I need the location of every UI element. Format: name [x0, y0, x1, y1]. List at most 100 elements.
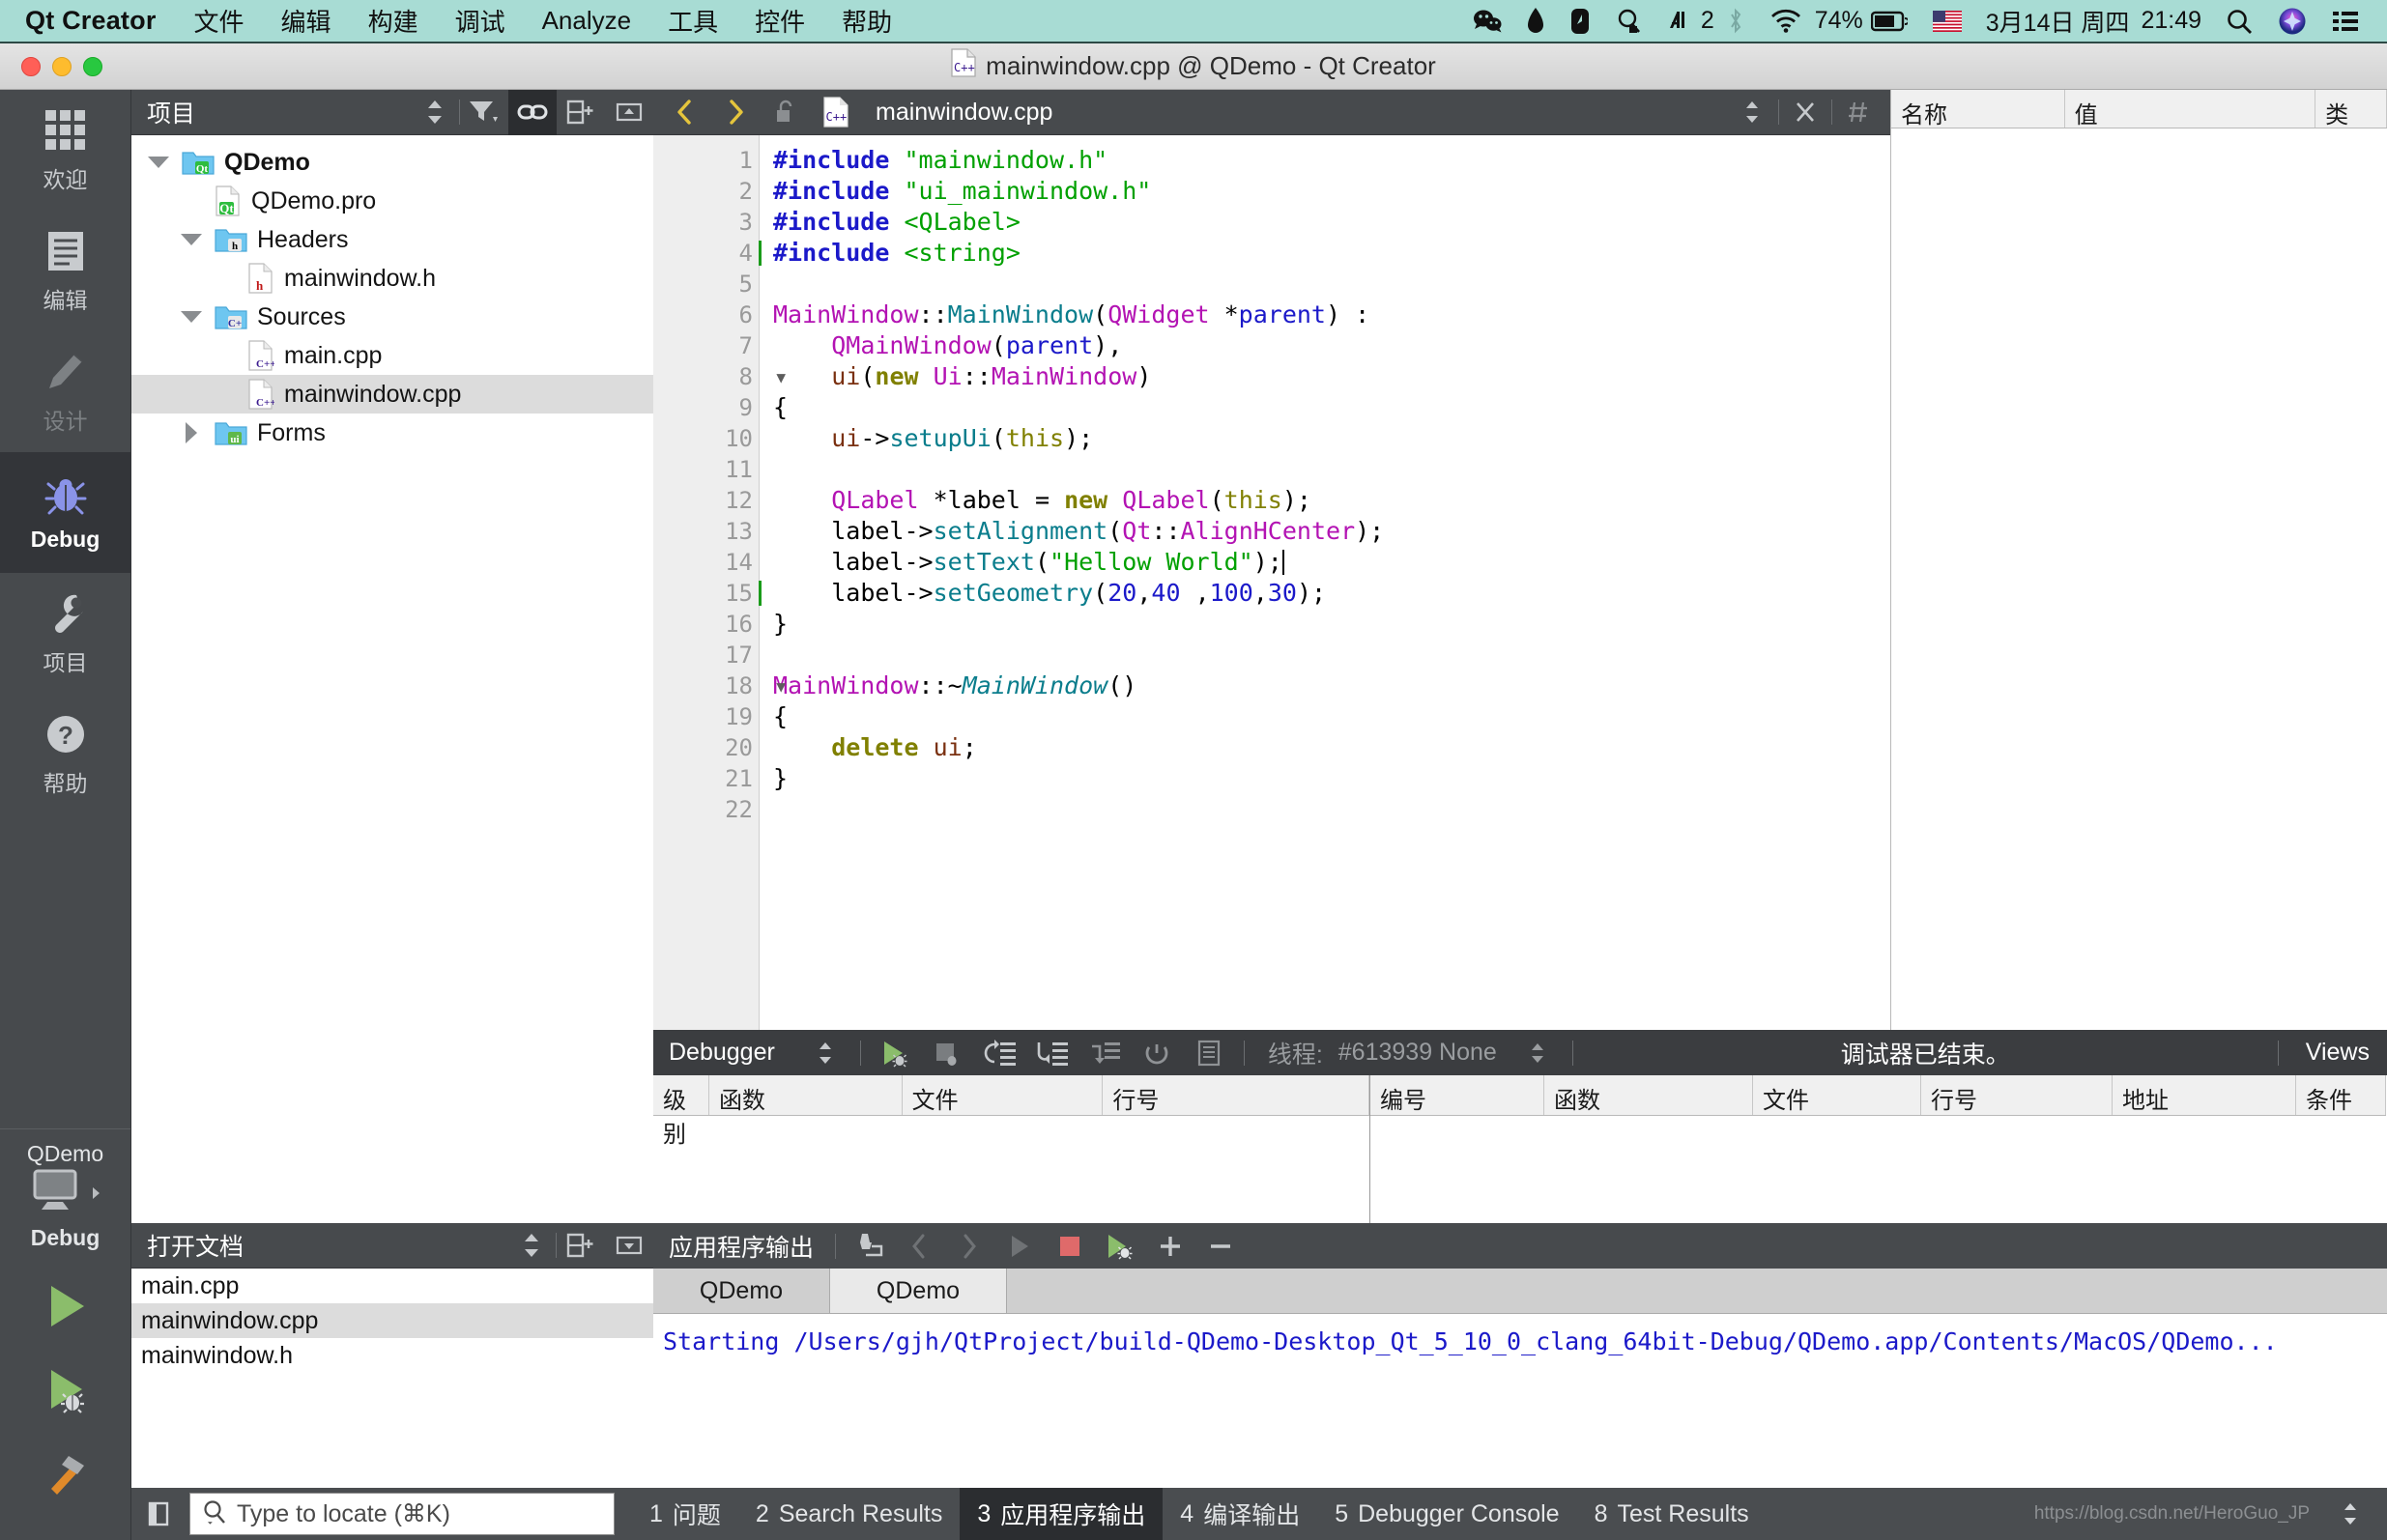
code-line[interactable]: #include "mainwindow.h": [773, 145, 1890, 176]
updown-arrows-icon[interactable]: [800, 1030, 850, 1075]
table-column-header[interactable]: 条件: [2296, 1075, 2386, 1115]
instruction-view-icon[interactable]: [1184, 1030, 1234, 1075]
zoom-out-icon[interactable]: [1195, 1223, 1246, 1269]
evernote-icon[interactable]: [1557, 8, 1603, 35]
table-column-header[interactable]: 级别: [653, 1075, 709, 1148]
debug-icon[interactable]: [40, 1364, 92, 1421]
menu-item-1[interactable]: 编辑: [263, 3, 350, 39]
zoom-in-icon[interactable]: [1145, 1223, 1195, 1269]
mode-item-编辑[interactable]: 编辑: [0, 211, 130, 331]
hash-icon[interactable]: [1836, 90, 1881, 135]
stack-table[interactable]: 级别 函数 文件 行号: [653, 1075, 1370, 1223]
updown-arrows-icon[interactable]: [2323, 1488, 2377, 1540]
mode-item-设计[interactable]: 设计: [0, 331, 130, 452]
output-tab-1[interactable]: QDemo: [830, 1269, 1007, 1313]
code-line[interactable]: {: [773, 701, 1890, 732]
fold-marker-icon[interactable]: ▼: [776, 368, 786, 386]
minimize-window-button[interactable]: [52, 56, 72, 76]
unlock-icon[interactable]: [763, 90, 808, 135]
sidebar-icon[interactable]: [131, 1488, 186, 1540]
code-line[interactable]: label->setAlignment(Qt::AlignHCenter);: [773, 516, 1890, 547]
menu-item-7[interactable]: 帮助: [823, 3, 910, 39]
bluetooth-icon[interactable]: [1714, 8, 1757, 35]
alfred-icon[interactable]: [1603, 8, 1655, 35]
code-line[interactable]: {: [773, 392, 1890, 423]
chevron-down-icon[interactable]: [178, 234, 205, 245]
open-doc-mainwindow.h[interactable]: mainwindow.h: [131, 1338, 653, 1373]
step-out-icon[interactable]: [1079, 1030, 1130, 1075]
code-line[interactable]: [773, 454, 1890, 485]
menu-item-2[interactable]: 构建: [350, 3, 437, 39]
step-over-icon[interactable]: [975, 1030, 1025, 1075]
tree-item-mainwindow.cpp[interactable]: C++ mainwindow.cpp: [131, 375, 653, 414]
chevron-right-icon[interactable]: [178, 422, 205, 443]
open-doc-mainwindow.cpp[interactable]: mainwindow.cpp: [131, 1303, 653, 1338]
table-column-header[interactable]: 行号: [1921, 1075, 2113, 1115]
status-tab-应用程序输出[interactable]: 3 应用程序输出: [960, 1488, 1164, 1540]
menu-item-3[interactable]: 调试: [437, 3, 524, 39]
close-panel-icon[interactable]: [605, 1223, 653, 1269]
close-icon[interactable]: [1783, 90, 1827, 135]
application-output-tabs[interactable]: QDemo QDemo: [653, 1269, 2387, 1314]
run-gray-icon[interactable]: [994, 1223, 1045, 1269]
split-add-icon[interactable]: [557, 1223, 605, 1269]
menu-item-6[interactable]: 控件: [736, 3, 823, 39]
table-column-header[interactable]: 地址: [2113, 1075, 2296, 1115]
output-pane-tabs[interactable]: 1 问题 2 Search Results 3 应用程序输出 4 编译输出 5 Debugger …: [632, 1488, 1767, 1540]
editor-filename[interactable]: mainwindow.cpp: [864, 99, 1052, 127]
build-hammer-icon[interactable]: [40, 1448, 92, 1505]
status-tab-Debugger Console[interactable]: 5 Debugger Console: [1317, 1488, 1576, 1540]
code-line[interactable]: delete ui;: [773, 732, 1890, 763]
mode-item-项目[interactable]: 项目: [0, 573, 130, 694]
menu-item-5[interactable]: 工具: [649, 3, 736, 39]
output-tab-0[interactable]: QDemo: [653, 1269, 830, 1313]
code-line[interactable]: QMainWindow(parent),: [773, 330, 1890, 361]
code-line[interactable]: [773, 269, 1890, 299]
status-tab-Search Results[interactable]: 2 Search Results: [738, 1488, 960, 1540]
step-into-icon[interactable]: [1027, 1030, 1078, 1075]
code-line[interactable]: MainWindow::MainWindow(QWidget *parent) …: [773, 299, 1890, 330]
clear-icon[interactable]: [844, 1223, 894, 1269]
debugger-views-button[interactable]: Views: [2288, 1039, 2387, 1067]
locals-column-header[interactable]: 类: [2315, 90, 2387, 128]
code-line[interactable]: MainWindow::~MainWindow(): [773, 670, 1890, 701]
tree-item-QDemo.pro[interactable]: Qt QDemo.pro: [131, 182, 653, 220]
prev-icon[interactable]: [894, 1223, 944, 1269]
search-icon[interactable]: [2213, 8, 2265, 35]
mode-item-欢迎[interactable]: 欢迎: [0, 90, 130, 211]
maximize-window-button[interactable]: [83, 56, 102, 76]
close-panel-icon[interactable]: [605, 90, 653, 135]
mode-item-帮助[interactable]: ? 帮助: [0, 694, 130, 814]
split-add-icon[interactable]: [557, 90, 605, 135]
table-column-header[interactable]: 文件: [903, 1075, 1104, 1115]
wifi-icon[interactable]: [1757, 9, 1815, 34]
tree-item-QDemo[interactable]: Qt QDemo: [131, 143, 653, 182]
kit-expand-arrow-icon[interactable]: [90, 1182, 103, 1208]
code-area[interactable]: 1 2 3 4 5 6 7 8 ▼ 9 10 11 12 13 14 15 16 17 18 ▼ 19 20 21 22 #i…: [653, 135, 1890, 1030]
debug-green-icon[interactable]: [1095, 1223, 1145, 1269]
mode-item-Debug[interactable]: Debug: [0, 452, 130, 573]
source-code-text[interactable]: #include "mainwindow.h" #include "ui_main…: [760, 135, 1890, 1030]
breakpoints-table[interactable]: 编号 函数 文件 行号 地址 条件: [1370, 1075, 2386, 1223]
stop-icon[interactable]: [923, 1030, 973, 1075]
run-icon[interactable]: [40, 1280, 92, 1337]
menu-item-0[interactable]: 文件: [176, 3, 263, 39]
status-tab-编译输出[interactable]: 4 编译输出: [1163, 1488, 1317, 1540]
audio-icon[interactable]: [1655, 9, 1701, 34]
chevron-left-icon[interactable]: [663, 90, 707, 135]
fountain-pen-icon[interactable]: [1514, 7, 1557, 35]
kit-selector[interactable]: QDemo Debug: [0, 1128, 130, 1251]
tree-item-main.cpp[interactable]: C++ main.cpp: [131, 336, 653, 375]
locals-column-header[interactable]: 值: [2065, 90, 2316, 128]
code-line[interactable]: #include "ui_mainwindow.h": [773, 176, 1890, 207]
updown-arrows-icon[interactable]: [1730, 90, 1774, 135]
table-column-header[interactable]: 编号: [1370, 1075, 1544, 1115]
table-column-header[interactable]: 函数: [709, 1075, 903, 1115]
thread-selector-icon[interactable]: [1512, 1030, 1563, 1075]
doc-selector-icon[interactable]: [507, 1223, 556, 1269]
table-column-header[interactable]: 文件: [1753, 1075, 1921, 1115]
project-tree[interactable]: Qt QDemo Qt QDemo.pro h Headers h mainwindow.h C…: [131, 135, 653, 452]
locals-column-header[interactable]: 名称: [1891, 90, 2065, 128]
table-column-header[interactable]: 行号: [1103, 1075, 1369, 1115]
tree-item-Sources[interactable]: C+ Sources: [131, 298, 653, 336]
